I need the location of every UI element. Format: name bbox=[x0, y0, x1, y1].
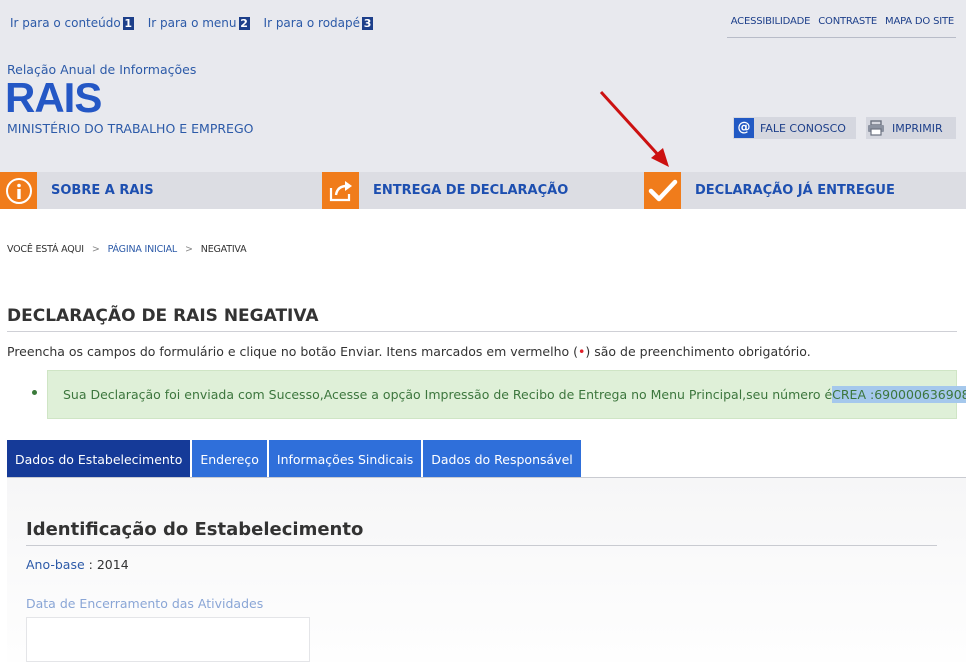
section-title: Identificação do Estabelecimento bbox=[26, 519, 364, 540]
utility-links: ACESSIBILIDADE CONTRASTE MAPA DO SITE bbox=[726, 16, 956, 38]
shortcut-number: 1 bbox=[122, 16, 134, 30]
skip-to-content-link[interactable]: Ir para o conteúdo 1 bbox=[10, 16, 134, 30]
success-message: Sua Declaração foi enviada com Sucesso,A… bbox=[63, 387, 833, 402]
breadcrumb: VOCÊ ESTÁ AQUI > PÁGINA INICIAL > NEGATI… bbox=[7, 244, 247, 255]
contact-label: FALE CONOSCO bbox=[760, 121, 846, 135]
breadcrumb-separator: > bbox=[185, 244, 193, 255]
ministry-name: MINISTÉRIO DO TRABALHO E EMPREGO bbox=[7, 121, 254, 136]
checkmark-icon bbox=[644, 172, 681, 209]
accessibility-link[interactable]: ACESSIBILIDADE bbox=[731, 16, 811, 27]
main-menu: SOBRE A RAIS ENTREGA DE DECLARAÇÃO DECLA… bbox=[0, 172, 966, 209]
skip-links: Ir para o conteúdo 1 Ir para o menu 2 Ir p… bbox=[10, 16, 374, 30]
ano-base-label: Ano-base bbox=[26, 557, 85, 572]
menu-item-ja-entregue[interactable]: DECLARAÇÃO JÁ ENTREGUE bbox=[644, 172, 966, 209]
tab-endereco[interactable]: Endereço bbox=[192, 440, 267, 478]
menu-item-entrega[interactable]: ENTREGA DE DECLARAÇÃO bbox=[322, 172, 644, 209]
breadcrumb-separator: > bbox=[91, 244, 100, 255]
breadcrumb-home-link[interactable]: PÁGINA INICIAL bbox=[108, 244, 178, 255]
sitemap-link[interactable]: MAPA DO SITE bbox=[885, 16, 954, 27]
menu-label: DECLARAÇÃO JÁ ENTREGUE bbox=[695, 183, 895, 198]
menu-item-sobre[interactable]: SOBRE A RAIS bbox=[0, 172, 322, 209]
printer-icon bbox=[866, 118, 886, 138]
menu-label: ENTREGA DE DECLARAÇÃO bbox=[373, 183, 569, 198]
info-icon bbox=[0, 172, 37, 209]
menu-label: SOBRE A RAIS bbox=[51, 183, 154, 198]
site-header: Ir para o conteúdo 1 Ir para o menu 2 Ir p… bbox=[0, 0, 966, 172]
success-alert: Sua Declaração foi enviada com Sucesso,A… bbox=[47, 370, 966, 419]
tab-dados-responsavel[interactable]: Dados do Responsável bbox=[423, 440, 581, 478]
receipt-number: CREA :690000636908 bbox=[832, 386, 966, 403]
tab-informacoes-sindicais[interactable]: Informações Sindicais bbox=[268, 440, 422, 478]
tab-dados-estabelecimento[interactable]: Dados do Estabelecimento bbox=[7, 440, 191, 478]
print-button[interactable]: IMPRIMIR bbox=[866, 117, 956, 139]
ano-base-field: Ano-base : 2014 bbox=[26, 557, 129, 572]
red-arrow-annotation bbox=[599, 90, 669, 167]
title-divider bbox=[7, 331, 957, 332]
form-instructions: Preencha os campos do formulário e cliqu… bbox=[7, 344, 811, 359]
ano-base-value: 2014 bbox=[96, 557, 129, 572]
brand-logo-title[interactable]: RAIS bbox=[5, 74, 102, 122]
page-title: DECLARAÇÃO DE RAIS NEGATIVA bbox=[7, 306, 319, 326]
section-divider bbox=[26, 545, 937, 546]
shortcut-number: 2 bbox=[238, 16, 250, 30]
data-encerramento-label: Data de Encerramento das Atividades bbox=[26, 596, 264, 611]
breadcrumb-prefix: VOCÊ ESTÁ AQUI bbox=[7, 244, 84, 255]
share-icon bbox=[322, 172, 359, 209]
contact-button[interactable]: @ FALE CONOSCO bbox=[733, 117, 856, 139]
data-encerramento-input[interactable] bbox=[26, 617, 310, 662]
form-tabs: Dados do Estabelecimento Endereço Inform… bbox=[7, 440, 581, 478]
breadcrumb-current: NEGATIVA bbox=[200, 244, 247, 255]
at-sign-icon: @ bbox=[734, 118, 754, 138]
skip-to-footer-link[interactable]: Ir para o rodapé 3 bbox=[264, 16, 374, 30]
list-bullet bbox=[32, 390, 37, 395]
skip-to-menu-link[interactable]: Ir para o menu 2 bbox=[148, 16, 250, 30]
contrast-link[interactable]: CONTRASTE bbox=[818, 16, 877, 27]
print-label: IMPRIMIR bbox=[892, 121, 943, 135]
shortcut-number: 3 bbox=[362, 16, 374, 30]
